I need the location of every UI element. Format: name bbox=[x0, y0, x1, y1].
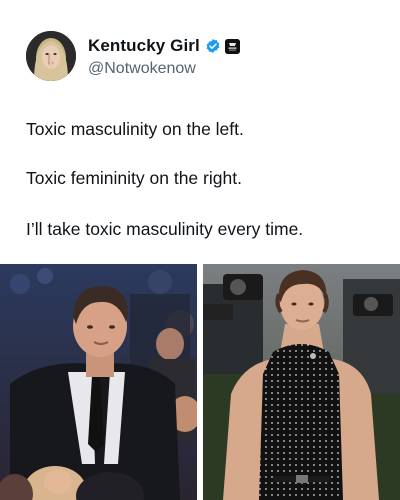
post-text-line: I’ll take toxic masculinity every time. bbox=[26, 219, 304, 239]
verified-badge-icon bbox=[205, 38, 221, 54]
media-photo-left[interactable] bbox=[0, 264, 197, 500]
user-handle[interactable]: @Notwokenow bbox=[88, 60, 196, 78]
display-name[interactable]: Kentucky Girl bbox=[88, 36, 200, 56]
media-photo-right[interactable] bbox=[203, 264, 400, 500]
post-media bbox=[0, 264, 400, 500]
man-in-polka-dot-top-photo bbox=[203, 264, 400, 500]
post-text-line: Toxic femininity on the right. bbox=[26, 168, 242, 188]
post-header: Kentucky Girl @Notwokenow bbox=[26, 31, 386, 83]
affiliation-badge-icon[interactable] bbox=[224, 38, 240, 54]
name-row: Kentucky Girl bbox=[88, 35, 240, 57]
profile-avatar-image bbox=[26, 31, 76, 81]
post-text-line: Toxic masculinity on the left. bbox=[26, 119, 244, 139]
avatar[interactable] bbox=[26, 31, 76, 81]
man-in-suit-photo bbox=[0, 264, 197, 500]
